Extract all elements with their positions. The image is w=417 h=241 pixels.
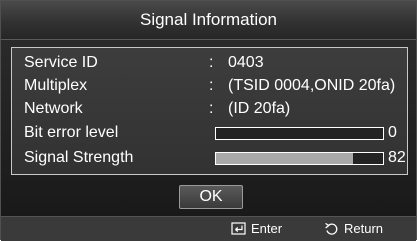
enter-icon <box>231 222 246 235</box>
info-panel: Service ID : 0403 Multiplex : (TSID 0004… <box>11 47 408 175</box>
signal-strength-label: Signal Strength <box>24 149 134 166</box>
footer-hints: Enter Return <box>1 216 416 241</box>
service-id-row: Service ID : 0403 <box>24 52 404 73</box>
service-id-value: 0403 <box>228 54 264 71</box>
signal-strength-value: 82 <box>388 149 406 166</box>
multiplex-label: Multiplex <box>24 77 88 94</box>
separator: : <box>209 100 214 117</box>
ok-button[interactable]: OK <box>179 185 243 209</box>
service-id-label: Service ID <box>24 54 98 71</box>
network-value: (ID 20fa) <box>228 100 291 117</box>
bit-error-label: Bit error level <box>24 124 119 141</box>
network-row: Network : (ID 20fa) <box>24 98 404 119</box>
dialog-title: Signal Information <box>1 1 416 40</box>
separator: : <box>209 54 214 71</box>
bit-error-value: 0 <box>388 124 397 141</box>
separator: : <box>209 77 214 94</box>
bit-error-row: Bit error level 0 <box>24 122 404 143</box>
enter-hint[interactable]: Enter <box>231 220 301 238</box>
signal-strength-bar-fill <box>216 153 353 164</box>
network-label: Network <box>24 100 83 117</box>
multiplex-row: Multiplex : (TSID 0004,ONID 20fa) <box>24 75 404 96</box>
return-icon <box>325 222 338 235</box>
bit-error-bar <box>215 127 384 140</box>
return-hint[interactable]: Return <box>324 220 409 238</box>
signal-information-dialog: Signal Information Service ID : 0403 Mul… <box>0 0 417 241</box>
return-label: Return <box>344 221 384 236</box>
enter-label: Enter <box>251 221 283 236</box>
signal-strength-bar <box>215 152 384 165</box>
multiplex-value: (TSID 0004,ONID 20fa) <box>228 77 396 94</box>
signal-strength-row: Signal Strength 82 <box>24 147 406 168</box>
